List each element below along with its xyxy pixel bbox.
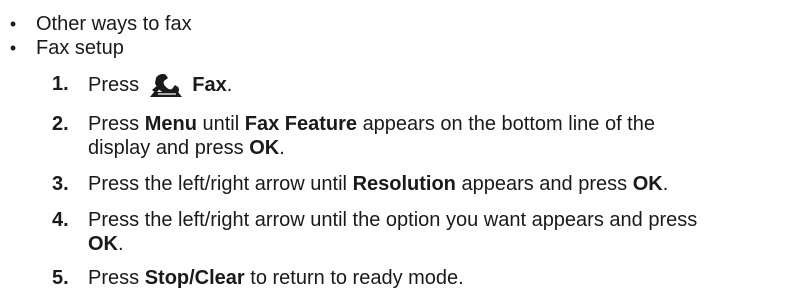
ok-button-label: OK xyxy=(88,233,118,255)
step-number: 3. xyxy=(52,173,69,195)
bullet-text: Fax setup xyxy=(36,37,124,59)
step-number: 4. xyxy=(52,209,69,231)
bullet-item-fax-setup: • Fax setup xyxy=(0,36,124,60)
bullet-dot: • xyxy=(9,14,17,34)
step-4: 4. Press the left/right arrow until the … xyxy=(0,208,812,256)
step-number: 2. xyxy=(52,113,69,135)
menu-button-label: Menu xyxy=(144,113,197,135)
step-5: 5. Press Stop/Clear to return to ready m… xyxy=(0,266,812,290)
fax-handset-icon xyxy=(149,74,182,97)
bullet-text: Other ways to fax xyxy=(36,13,192,35)
resolution-label: Resolution xyxy=(352,173,456,195)
step-number: 1. xyxy=(52,73,69,95)
bullet-item-other-ways: • Other ways to fax xyxy=(0,12,192,36)
fax-feature-label: Fax Feature xyxy=(244,113,357,135)
step-2: 2. Press Menu until Fax Feature appears … xyxy=(0,112,812,160)
step-3: 3. Press the left/right arrow until Reso… xyxy=(0,172,812,196)
step-number: 5. xyxy=(52,267,69,289)
step-text: Press the left/right arrow until Resolut… xyxy=(88,173,669,195)
step-text: Press Fax. xyxy=(88,74,233,97)
step-text: Press Menu until Fax Feature appears on … xyxy=(88,113,655,159)
ok-button-label: OK xyxy=(249,137,280,159)
step-text-pre: Press xyxy=(88,74,140,96)
ok-button-label: OK xyxy=(632,173,663,195)
fax-button-label: Fax xyxy=(192,74,227,96)
document-page: • Other ways to fax • Fax setup 1. Press xyxy=(0,0,812,291)
step-text: Press the left/right arrow until the opt… xyxy=(88,209,698,255)
step-1: 1. Press Fax. xyxy=(0,72,812,100)
step-text: Press Stop/Clear to return to ready mode… xyxy=(88,267,464,289)
bullet-dot: • xyxy=(9,38,17,58)
stop-clear-button-label: Stop/Clear xyxy=(144,267,245,289)
